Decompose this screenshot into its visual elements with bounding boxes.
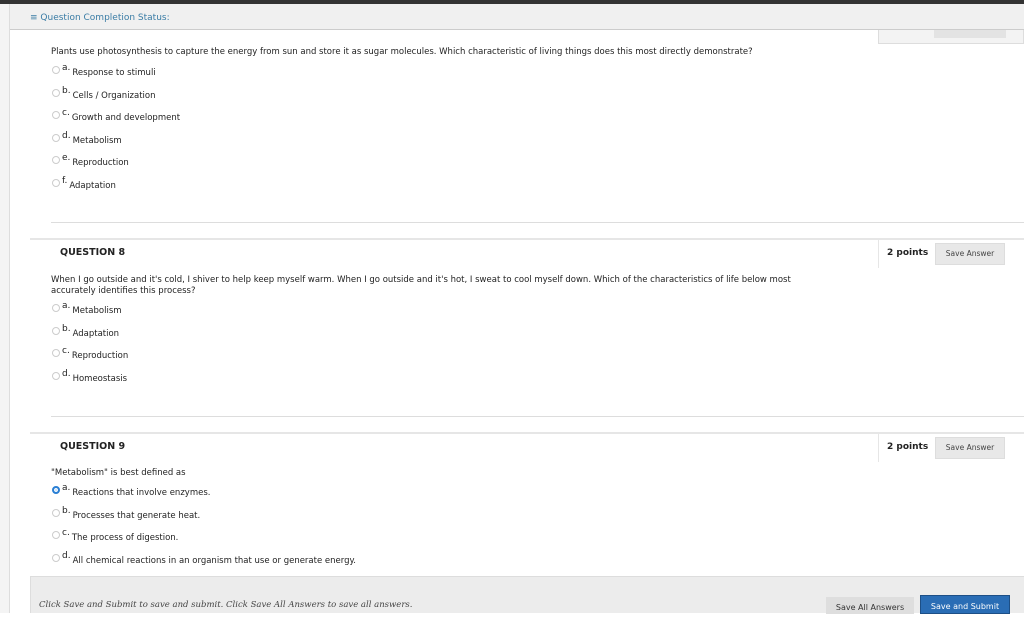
option-letter: c.	[62, 346, 70, 356]
status-label: Question Completion Status:	[40, 13, 170, 23]
option-letter: d.	[62, 130, 71, 141]
question-8-text: When I go outside and it's cold, I shive…	[51, 275, 791, 296]
answer-option[interactable]: a. Response to stimuli	[52, 63, 156, 78]
radio-button[interactable]	[52, 553, 60, 562]
answer-option[interactable]: b. Adaptation	[52, 323, 120, 339]
save-answer-button[interactable]: Save Answer	[935, 243, 1005, 265]
question-9-header: QUESTION 9 2 points Save Answer	[30, 432, 1024, 462]
radio-button[interactable]	[52, 111, 60, 119]
option-text: Processes that generate heat.	[72, 510, 201, 521]
answer-option[interactable]: a. Reactions that involve enzymes.	[52, 483, 211, 498]
question-8-header: QUESTION 8 2 points Save Answer	[30, 238, 1024, 268]
save-all-answers-button[interactable]: Save All Answers	[826, 597, 914, 614]
radio-button[interactable]	[52, 156, 60, 164]
answer-option[interactable]: f. Adaptation	[52, 175, 116, 191]
answer-option[interactable]: c. Reproduction	[52, 346, 129, 361]
option-text: Growth and development	[71, 113, 181, 123]
option-text: Cells / Organization	[72, 90, 156, 101]
radio-button[interactable]	[52, 371, 60, 380]
option-text: Response to stimuli	[72, 68, 156, 78]
divider	[51, 222, 1024, 223]
option-letter: c.	[62, 108, 70, 118]
answer-option[interactable]: d. Homeostasis	[52, 368, 128, 384]
save-answer-button[interactable]: Save Answer	[935, 437, 1005, 459]
option-letter: a.	[62, 483, 71, 493]
points-label: 2 points	[887, 442, 929, 452]
option-letter: a.	[62, 63, 71, 73]
option-text: Reproduction	[72, 158, 129, 168]
save-and-submit-button[interactable]: Save and Submit	[920, 595, 1010, 614]
option-letter: c.	[62, 528, 70, 538]
option-text: Metabolism	[72, 135, 122, 146]
answer-option[interactable]: d. Metabolism	[52, 130, 122, 146]
radio-button[interactable]	[52, 531, 60, 539]
option-letter: d.	[62, 368, 71, 379]
radio-button[interactable]	[52, 486, 60, 494]
footer: Click Save and Submit to save and submit…	[30, 576, 1024, 614]
radio-button[interactable]	[52, 304, 60, 312]
answer-option[interactable]: b. Cells / Organization	[52, 85, 156, 101]
option-letter: a.	[62, 301, 71, 311]
answer-option[interactable]: e. Reproduction	[52, 153, 129, 168]
radio-button[interactable]	[52, 133, 60, 142]
question-9-title: QUESTION 9	[60, 441, 126, 452]
radio-button[interactable]	[52, 88, 60, 97]
option-letter: e.	[62, 153, 71, 163]
option-text: Metabolism	[72, 306, 122, 316]
question-8-title: QUESTION 8	[60, 247, 126, 258]
option-text: Adaptation	[69, 180, 116, 191]
answer-option[interactable]: c. Growth and development	[52, 108, 181, 123]
option-text: The process of digestion.	[71, 533, 179, 543]
answer-option[interactable]: a. Metabolism	[52, 301, 122, 316]
option-text: Adaptation	[72, 328, 120, 339]
answer-option[interactable]: d. All chemical reactions in an organism …	[52, 550, 357, 566]
points-box: 2 points Save Answer	[878, 238, 1024, 268]
radio-button[interactable]	[52, 508, 60, 517]
footer-instructions: Click Save and Submit to save and submit…	[39, 600, 413, 610]
option-letter: b.	[62, 323, 71, 334]
divider	[51, 416, 1024, 417]
chevron-double-down-icon: ≡	[30, 13, 41, 23]
status-panel-tab	[878, 30, 1024, 44]
option-letter: b.	[62, 505, 71, 516]
option-letter: b.	[62, 85, 71, 96]
answer-option[interactable]: b. Processes that generate heat.	[52, 505, 201, 521]
points-label: 2 points	[887, 248, 929, 258]
points-box: 2 points Save Answer	[878, 432, 1024, 462]
answer-option[interactable]: c. The process of digestion.	[52, 528, 179, 543]
question-completion-status[interactable]: ≡ Question Completion Status:	[10, 4, 1024, 30]
left-edge	[0, 4, 10, 613]
option-text: Reproduction	[71, 351, 129, 361]
question-7-text: Plants use photosynthesis to capture the…	[51, 47, 753, 57]
option-text: Reactions that involve enzymes.	[72, 488, 211, 498]
question-9-text: "Metabolism" is best defined as	[51, 468, 186, 478]
radio-button[interactable]	[52, 178, 60, 187]
option-letter: f.	[62, 175, 68, 186]
radio-button[interactable]	[52, 349, 60, 357]
option-letter: d.	[62, 550, 71, 561]
option-text: All chemical reactions in an organism th…	[72, 555, 357, 566]
option-text: Homeostasis	[72, 373, 128, 384]
radio-button[interactable]	[52, 66, 60, 74]
radio-button[interactable]	[52, 326, 60, 335]
